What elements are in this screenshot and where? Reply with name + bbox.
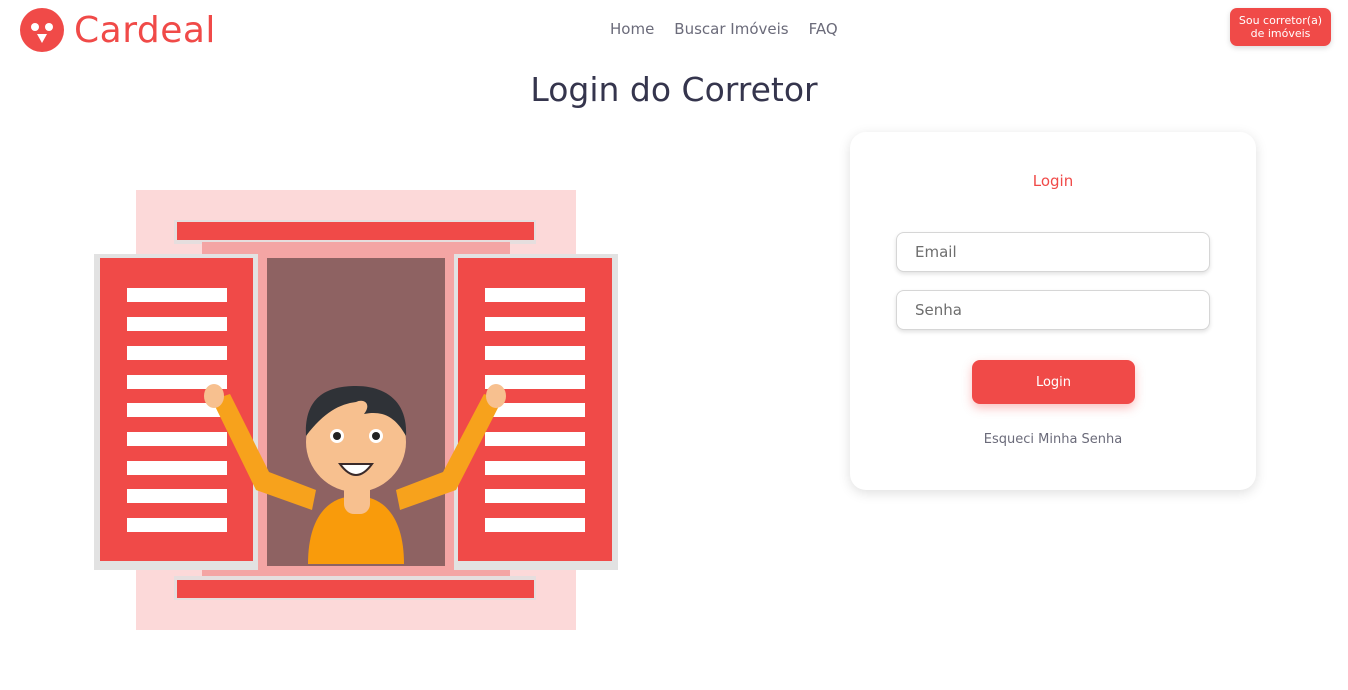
login-card-title: Login: [1032, 172, 1074, 190]
password-field[interactable]: [896, 290, 1210, 330]
main-nav: Home Buscar Imóveis FAQ: [610, 20, 838, 38]
login-button[interactable]: Login: [972, 360, 1135, 404]
brand-name: Cardeal: [74, 9, 216, 51]
nav-home[interactable]: Home: [610, 20, 654, 38]
login-card: Login Login Esqueci Minha Senha: [850, 132, 1256, 490]
forgot-password-link[interactable]: Esqueci Minha Senha: [850, 432, 1256, 447]
realtor-button-line1: Sou corretor(a): [1238, 14, 1323, 27]
person-at-window-illustration: [94, 190, 618, 630]
brand-logo[interactable]: Cardeal: [20, 8, 216, 52]
nav-faq[interactable]: FAQ: [809, 20, 838, 38]
realtor-button-line2: de imóveis: [1250, 27, 1311, 40]
realtor-button[interactable]: Sou corretor(a) de imóveis: [1230, 8, 1331, 46]
cardinal-bird-icon: [20, 8, 64, 52]
nav-buscar-imoveis[interactable]: Buscar Imóveis: [674, 20, 788, 38]
email-field[interactable]: [896, 232, 1210, 272]
page-title: Login do Corretor: [530, 70, 818, 109]
